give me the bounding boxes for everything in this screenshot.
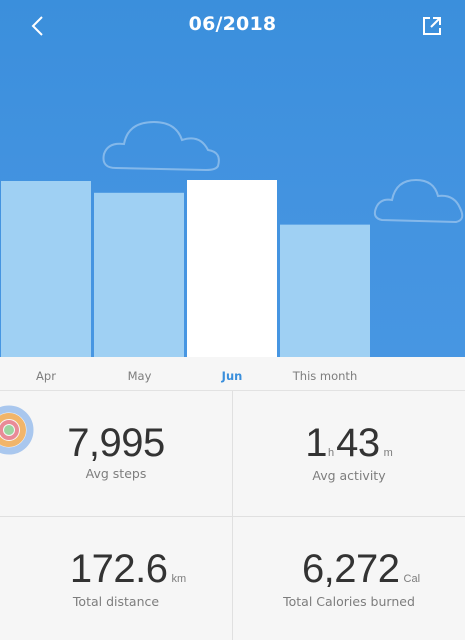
avg-activity-minutes: 43 [336, 421, 380, 465]
avg-steps-value: 7,995 [0, 421, 232, 466]
tab-apr[interactable]: Apr [0, 357, 92, 390]
minutes-unit: m [383, 447, 393, 459]
avg-activity-hours: 1 [305, 421, 327, 465]
share-button[interactable] [415, 10, 449, 42]
total-calories-card: 6,272 Cal Total Calories burned [233, 517, 465, 640]
total-calories-label: Total Calories burned [283, 594, 415, 609]
avg-activity-card: 1h43 m Avg activity [233, 391, 465, 516]
total-distance-label: Total distance [72, 594, 160, 609]
total-distance-number: 172.6 [69, 547, 168, 591]
page-title: 06/2018 [188, 13, 277, 35]
chart-area: 06/2018 [0, 0, 465, 357]
bar-jun[interactable] [187, 180, 277, 357]
tab-this-month[interactable]: This month [279, 357, 371, 390]
bar-chart [1, 180, 370, 357]
bar-this-month[interactable] [280, 224, 370, 357]
avg-steps-label: Avg steps [85, 466, 147, 481]
total-calories-number: 6,272 [301, 547, 400, 591]
hours-unit: h [327, 447, 335, 459]
stats-grid: 7,995 Avg steps 1h43 m Avg activity 172.6… [0, 391, 465, 640]
total-distance-value: 172.6 km [0, 547, 232, 592]
distance-unit: km [171, 573, 187, 585]
tab-may[interactable]: May [93, 357, 186, 390]
total-calories-value: 6,272 Cal [233, 547, 465, 592]
avg-activity-label: Avg activity [312, 468, 386, 483]
share-external-icon [423, 17, 441, 35]
month-tabs: Apr May Jun This month [0, 357, 465, 391]
bar-apr[interactable] [1, 181, 91, 357]
total-distance-card: 172.6 km Total distance [0, 517, 232, 640]
calories-unit: Cal [403, 573, 421, 585]
tab-jun[interactable]: Jun [186, 357, 278, 390]
bar-may[interactable] [94, 192, 184, 357]
avg-steps-number: 7,995 [67, 421, 165, 465]
avg-activity-value: 1h43 m [233, 421, 465, 466]
avg-steps-card: 7,995 Avg steps [0, 391, 232, 516]
